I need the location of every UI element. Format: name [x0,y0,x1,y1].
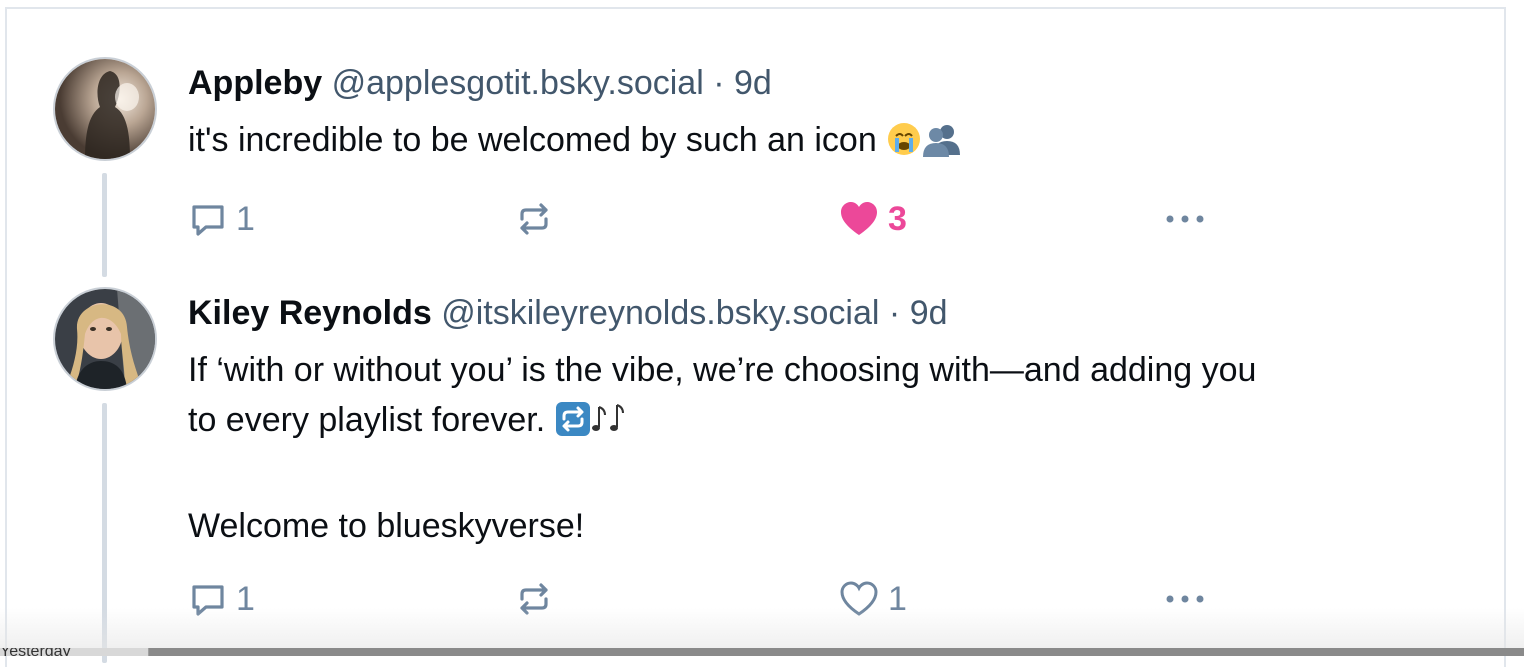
heart-outline-icon [838,579,880,619]
display-name[interactable]: Kiley Reynolds [188,294,432,332]
handle[interactable]: @applesgotit.bsky.social [332,64,704,102]
musical-notes-icon [591,401,629,451]
post-header: Appleby @applesgotit.bsky.social · 9d [188,59,1488,107]
post-text-line: Welcome to blueskyverse! [188,501,1488,551]
separator: · [713,64,724,102]
ellipsis-icon [1163,579,1207,619]
like-count: 1 [888,580,907,619]
post-text-line: If ‘with or without you’ is the vibe, we… [188,345,1488,395]
repeat-button-icon [555,401,591,451]
timestamp[interactable]: 9d [734,64,772,102]
like-count: 3 [888,200,907,239]
heart-filled-icon [838,199,880,239]
loudly-crying-face-icon [886,121,922,171]
reply-icon [188,579,228,619]
busts-in-silhouette-icon [922,121,962,171]
post-text-line: to every playlist forever. [188,401,545,439]
more-options-button[interactable] [1163,193,1207,245]
bottom-bar [0,648,1524,656]
post-text: it's incredible to be welcomed by such a… [188,115,1488,171]
post-text-body: it's incredible to be welcomed by such a… [188,121,877,159]
thread-line [102,173,107,277]
reply-count: 1 [236,200,255,239]
repost-icon [514,579,554,619]
post-actions: 1 1 [188,573,1488,625]
repost-button[interactable] [514,193,554,245]
separator: · [889,294,900,332]
repost-icon [514,199,554,239]
reply-count: 1 [236,580,255,619]
reply-button[interactable]: 1 [188,573,255,625]
avatar[interactable] [53,287,157,391]
bottom-tab-label: Yesterday [0,648,71,656]
post-header: Kiley Reynolds @itskileyreynolds.bsky.so… [188,289,1488,337]
thread-panel: Appleby @applesgotit.bsky.social · 9d it… [5,7,1506,667]
thread-line [102,403,107,663]
avatar[interactable] [53,57,157,161]
like-button[interactable]: 1 [838,573,907,625]
like-button[interactable]: 3 [838,193,907,245]
handle[interactable]: @itskileyreynolds.bsky.social [441,294,879,332]
more-options-button[interactable] [1163,573,1207,625]
display-name[interactable]: Appleby [188,64,322,102]
repost-button[interactable] [514,573,554,625]
bottom-tab[interactable]: Yesterday [0,648,149,656]
post-actions: 1 3 [188,193,1488,245]
reply-icon [188,199,228,239]
ellipsis-icon [1163,199,1207,239]
reply-button[interactable]: 1 [188,193,255,245]
post-text: If ‘with or without you’ is the vibe, we… [188,345,1488,551]
timestamp[interactable]: 9d [910,294,948,332]
